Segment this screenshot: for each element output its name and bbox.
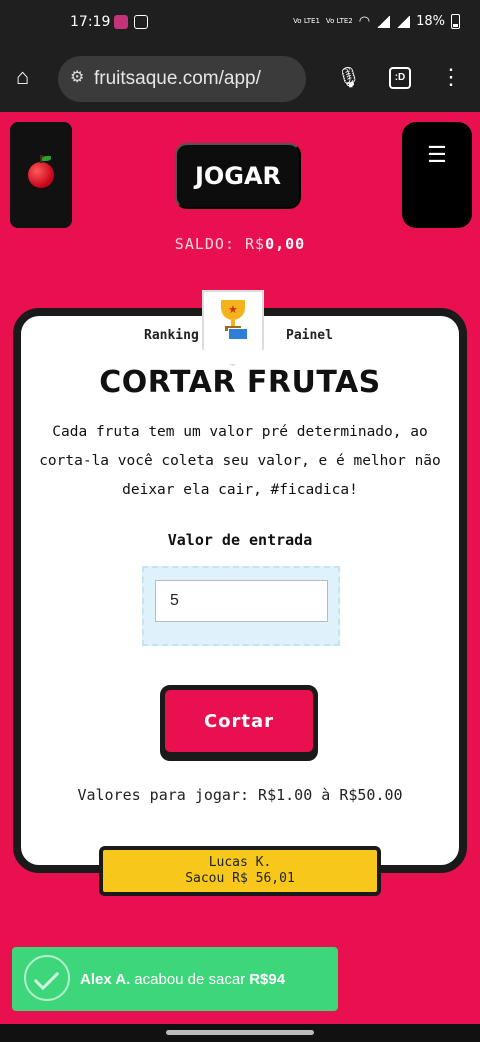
cut-button[interactable]: Cortar — [160, 685, 318, 757]
game-title: CORTAR FRUTAS — [99, 365, 381, 400]
balance: SALDO: R$0,00 — [0, 235, 480, 253]
painel-tab[interactable]: Painel — [286, 328, 333, 343]
hamburger-icon: ☰ — [427, 142, 447, 167]
entry-value-label: Valor de entrada — [167, 531, 313, 549]
battery-saver-notification-icon — [134, 15, 148, 29]
browser-toolbar: ⌂ ⚙ fruitsaque.com/app/ 🎙 :D ⋮ — [0, 48, 480, 112]
site-settings-icon[interactable]: ⚙ — [70, 67, 84, 87]
tabs-icon[interactable]: :D — [389, 67, 411, 89]
url-text: fruitsaque.com/app/ — [94, 68, 261, 89]
clock: 17:19 — [70, 14, 111, 30]
winner-name: Lucas K. — [208, 855, 272, 870]
toast-name: Alex A. — [80, 970, 131, 988]
status-bar: 17:19 Vo LTE1 Vo LTE2 ◠ 18% — [0, 0, 480, 48]
volte2-icon: Vo LTE2 — [325, 17, 353, 25]
toast-message: acabou de sacar — [134, 970, 246, 988]
menu-button[interactable]: ☰ — [402, 122, 472, 228]
apple-icon — [28, 155, 54, 188]
wifi-icon: ◠ — [358, 14, 371, 29]
system-icons: Vo LTE1 Vo LTE2 ◠ 18% — [293, 14, 460, 29]
ranking-tab[interactable]: Ranking — [144, 328, 199, 343]
signal2-icon — [396, 15, 411, 28]
battery-icon — [451, 14, 460, 29]
home-icon[interactable]: ⌂ — [16, 64, 29, 90]
entry-value-input[interactable] — [155, 580, 328, 622]
toast-amount: R$94 — [249, 970, 286, 988]
play-button[interactable]: JOGAR — [175, 143, 301, 209]
volte1-icon: Vo LTE1 — [293, 17, 320, 25]
play-range: Valores para jogar: R$1.00 à R$50.00 — [77, 786, 403, 804]
instagram-notification-icon — [114, 15, 128, 29]
winner-banner: Lucas K. Sacou R$ 56,01 — [99, 846, 381, 896]
fruit-logo[interactable] — [10, 122, 72, 228]
winner-amount: Sacou R$ 56,01 — [185, 871, 295, 886]
balance-label: SALDO: R$ — [174, 235, 266, 253]
battery-percent: 18% — [416, 14, 445, 29]
microphone-icon[interactable]: 🎙 — [336, 65, 361, 90]
home-gesture-pill[interactable] — [166, 1030, 314, 1035]
balance-value: 0,00 — [265, 235, 306, 253]
withdraw-toast: Alex A. acabou de sacar R$94 — [12, 947, 338, 1011]
address-bar[interactable]: ⚙ fruitsaque.com/app/ — [58, 56, 306, 102]
more-vert-icon[interactable]: ⋮ — [440, 64, 462, 90]
signal1-icon — [376, 15, 391, 28]
game-description: Cada fruta tem um valor pré determinado,… — [39, 424, 441, 498]
check-circle-icon — [24, 955, 70, 1001]
entry-field-wrapper — [142, 566, 340, 646]
gesture-bar — [0, 1024, 480, 1042]
trophy-icon: ★ — [216, 300, 250, 340]
